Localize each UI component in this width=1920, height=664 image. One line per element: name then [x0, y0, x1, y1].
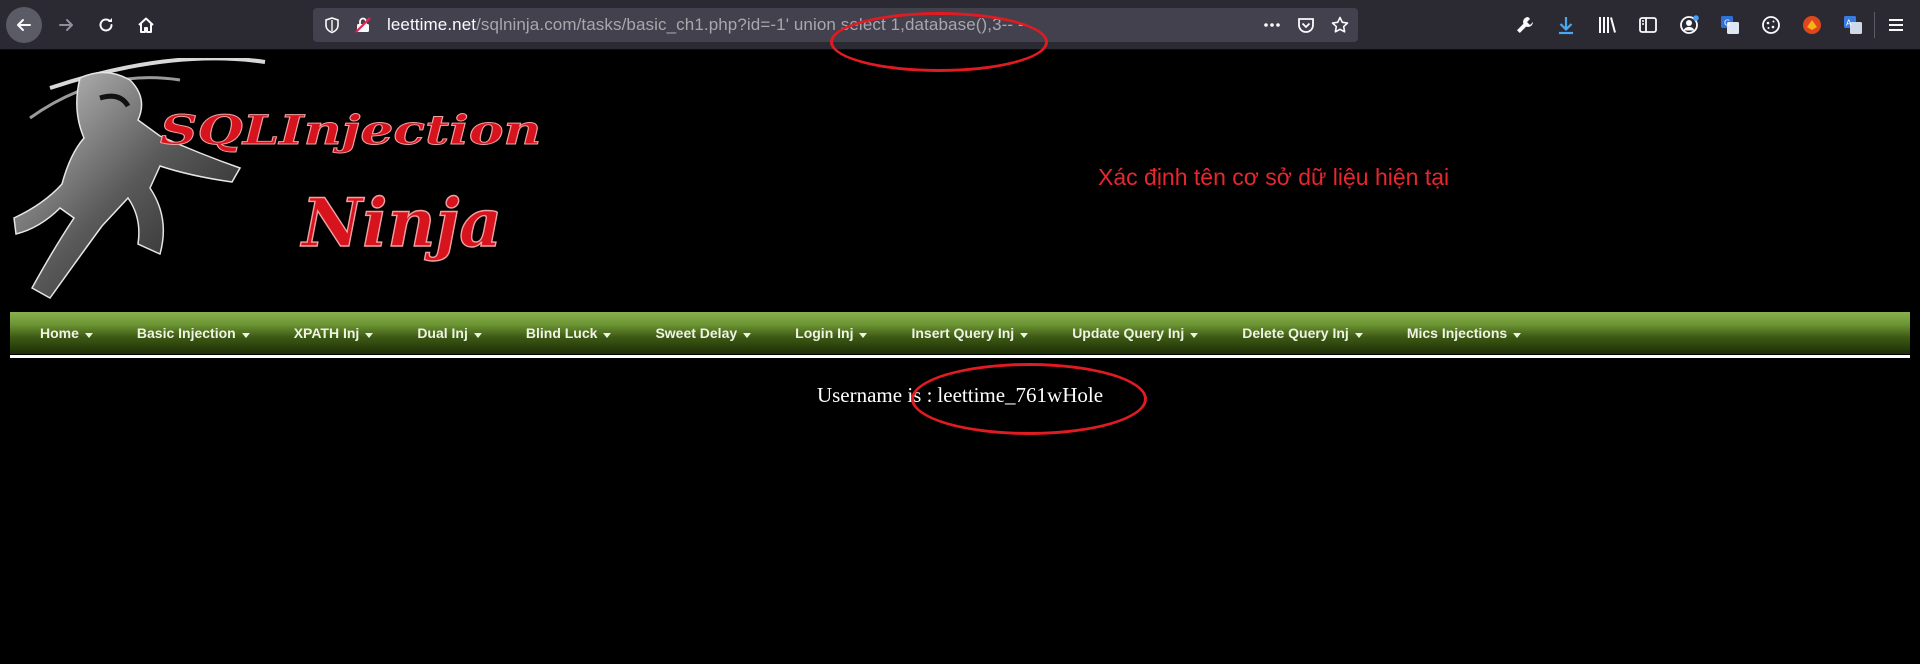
- translate-alt-icon: A: [1844, 16, 1862, 34]
- reload-icon: [99, 18, 113, 32]
- nav-item-label: Dual Inj: [417, 325, 468, 341]
- page-headline: Xác định tên cơ sở dữ liệu hiện tại: [1098, 164, 1450, 190]
- nav-item-update-query-inj[interactable]: Update Query Inj: [1072, 325, 1199, 341]
- pocket-icon[interactable]: [1296, 15, 1316, 35]
- caret-down-icon: [241, 333, 250, 338]
- nav-item-xpath-inj[interactable]: XPATH Inj: [294, 325, 374, 341]
- url-path: /sqlninja.com/tasks/basic_ch1.php?id=-1'…: [476, 15, 1024, 34]
- nav-item-home[interactable]: Home: [40, 325, 93, 341]
- caret-down-icon: [84, 333, 93, 338]
- caret-down-icon: [743, 333, 752, 338]
- nav-item-label: Home: [40, 325, 79, 341]
- cookie-button[interactable]: [1758, 12, 1784, 38]
- translate-alt-button[interactable]: A: [1840, 12, 1866, 38]
- sidebar-button[interactable]: [1635, 12, 1661, 38]
- library-button[interactable]: [1594, 12, 1620, 38]
- nav-item-label: Insert Query Inj: [911, 325, 1015, 341]
- fox-extension-icon: [1803, 16, 1821, 34]
- home-icon: [138, 17, 154, 33]
- shield-icon[interactable]: [323, 16, 341, 34]
- caret-down-icon: [1020, 333, 1029, 338]
- reload-button[interactable]: [88, 7, 124, 43]
- result-label: Username is :: [816, 383, 933, 407]
- nav-item-insert-query-inj[interactable]: Insert Query Inj: [911, 325, 1029, 341]
- caret-down-icon: [1513, 333, 1522, 338]
- more-actions-icon[interactable]: [1262, 15, 1282, 35]
- nav-item-delete-query-inj[interactable]: Delete Query Inj: [1242, 325, 1363, 341]
- browser-toolbar: leettime.net/sqlninja.com/tasks/basic_ch…: [0, 0, 1920, 50]
- sidebar-icon: [1639, 17, 1657, 33]
- url-host: leettime.net: [387, 15, 477, 34]
- account-button[interactable]: [1676, 12, 1702, 38]
- nav-item-label: Sweet Delay: [655, 325, 738, 341]
- site-logo: SQLInjection Ninja: [10, 58, 622, 310]
- translate-icon: G: [1721, 16, 1739, 34]
- hamburger-menu-icon: [1889, 19, 1903, 31]
- nav-item-dual-inj[interactable]: Dual Inj: [417, 325, 482, 341]
- caret-down-icon: [603, 333, 612, 338]
- nav-item-blind-luck[interactable]: Blind Luck: [526, 325, 612, 341]
- nav-item-label: Update Query Inj: [1072, 325, 1185, 341]
- nav-item-basic-injection[interactable]: Basic Injection: [137, 325, 250, 341]
- library-icon: [1599, 17, 1616, 33]
- app-menu-button[interactable]: [1880, 9, 1912, 41]
- main-nav: Home Basic Injection XPATH Inj Dual Inj …: [10, 312, 1910, 354]
- wrench-button[interactable]: [1512, 12, 1538, 38]
- nav-item-label: XPATH Inj: [293, 325, 360, 341]
- nav-item-label: Mics Injections: [1406, 325, 1508, 341]
- translate-button[interactable]: G: [1717, 12, 1743, 38]
- caret-down-icon: [859, 333, 868, 338]
- bookmark-star-icon[interactable]: [1330, 15, 1350, 35]
- caret-down-icon: [473, 333, 482, 338]
- logo-line-2: Ninja: [300, 184, 502, 262]
- back-arrow-icon: [17, 19, 31, 31]
- nav-item-sweet-delay[interactable]: Sweet Delay: [655, 325, 752, 341]
- insecure-lock-icon[interactable]: [354, 16, 372, 34]
- caret-down-icon: [1354, 333, 1363, 338]
- nav-item-login-inj[interactable]: Login Inj: [795, 325, 868, 341]
- nav-divider: [10, 355, 1910, 358]
- cookie-icon: [1762, 16, 1780, 34]
- back-button[interactable]: [6, 7, 42, 43]
- svg-text:G: G: [1724, 19, 1730, 28]
- result-value: leettime_761wHole: [937, 383, 1104, 407]
- forward-arrow-icon: [59, 19, 73, 31]
- url-text[interactable]: leettime.net/sqlninja.com/tasks/basic_ch…: [387, 8, 1024, 42]
- fox-extension-button[interactable]: [1799, 12, 1825, 38]
- account-icon: [1680, 15, 1699, 34]
- logo-line-1: SQLInjection: [160, 106, 541, 154]
- nav-item-label: Login Inj: [795, 325, 854, 341]
- query-result: Username is : leettime_761wHole: [0, 383, 1920, 408]
- nav-item-mics-injections[interactable]: Mics Injections: [1406, 325, 1522, 341]
- toolbar-separator: [1874, 12, 1875, 38]
- wrench-icon: [1517, 17, 1533, 33]
- nav-item-label: Delete Query Inj: [1242, 325, 1349, 341]
- downloads-button[interactable]: [1553, 12, 1579, 38]
- caret-down-icon: [365, 333, 374, 338]
- url-bar[interactable]: leettime.net/sqlninja.com/tasks/basic_ch…: [313, 8, 1358, 42]
- nav-item-label: Basic Injection: [136, 325, 236, 341]
- nav-item-label: Blind Luck: [525, 325, 598, 341]
- caret-down-icon: [1190, 333, 1199, 338]
- svg-text:A: A: [1846, 19, 1852, 28]
- forward-button[interactable]: [48, 7, 84, 43]
- home-button[interactable]: [128, 7, 164, 43]
- download-icon: [1559, 17, 1573, 35]
